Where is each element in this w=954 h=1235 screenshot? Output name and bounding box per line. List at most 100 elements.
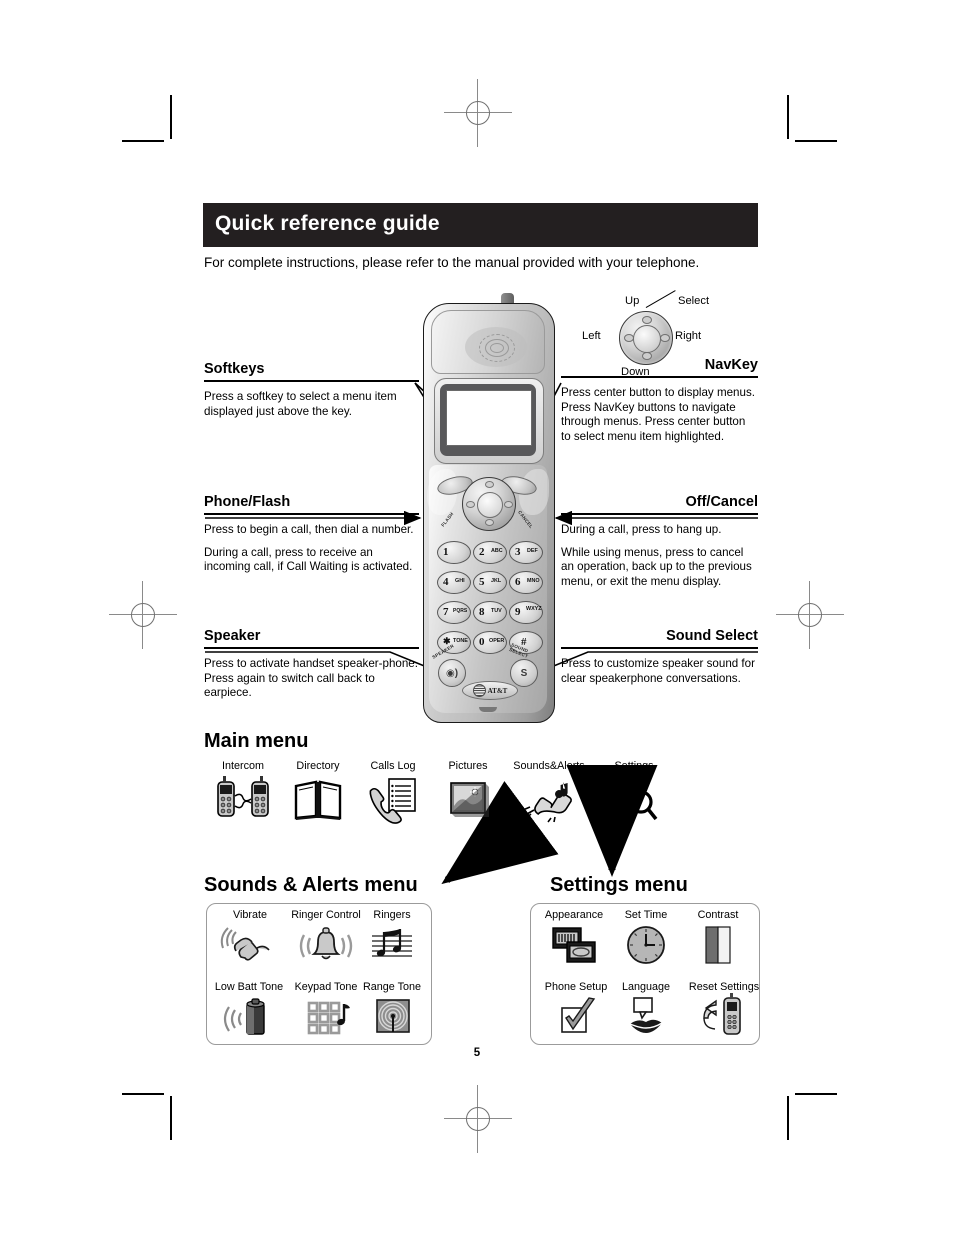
registration-mark-right [776,581,844,649]
intercom-icon [200,776,286,824]
callout-speaker-rule [204,647,419,650]
speaker-icon: ◉) [445,667,459,679]
page-number: 5 [473,1047,481,1059]
key-7[interactable]: 7 PQRS [437,601,471,624]
music-notes-icon [350,924,434,972]
callout-phone-flash-rule [204,513,419,516]
navkey-down[interactable] [485,519,494,526]
page-title: Quick reference guide [215,212,440,235]
key-4[interactable]: 4 GHI [437,571,471,594]
callout-phone-flash-body1: Press to begin a call, then dial a numbe… [204,523,414,537]
key-0[interactable]: 0 OPER [473,631,507,654]
main-menu-item-settings[interactable]: Settings [591,760,677,824]
main-menu-item-sounds-alerts[interactable]: Sounds&Alerts [501,760,597,824]
callout-off-cancel-rule [561,513,758,516]
calls-log-icon [350,776,436,824]
navkey-legend-right-nub[interactable] [660,334,670,342]
crop-mark-top-right-v [787,95,789,139]
callout-softkeys-body: Press a softkey to select a menu item di… [204,390,397,418]
sound-select-key[interactable]: S [510,659,538,687]
callout-navkey-body: Press center button to display menus. Pr… [561,386,755,443]
settings-wrench-icon [591,776,677,824]
navkey-up[interactable] [485,481,494,488]
navkey-pad[interactable] [462,477,516,531]
navkey-right[interactable] [504,501,513,508]
contrast-icon [676,924,760,972]
crop-mark-bottom-right-h [795,1093,837,1095]
att-brand-badge: AT&T [462,681,518,700]
crop-mark-bottom-left-h [122,1093,164,1095]
callout-sound-select-heading: Sound Select [666,628,758,644]
key-8[interactable]: 8 TUV [473,601,507,624]
callout-off-cancel-body1: During a call, press to hang up. [561,523,722,537]
main-menu-label-pictures: Pictures [448,760,488,772]
key-1[interactable]: 1 [437,541,471,564]
callout-speaker-body: Press to activate handset speaker-phone.… [204,657,418,700]
crop-mark-bottom-left-v [170,1096,172,1140]
navkey-left[interactable] [466,501,475,508]
reset-handset-icon [676,993,772,1044]
crop-mark-top-left-v [170,95,172,139]
callout-off-cancel-body2: While using menus, press to cancel an op… [561,545,752,588]
callout-phone-flash-body2: During a call, press to receive an incom… [204,545,413,574]
main-menu-item-directory[interactable]: Directory [275,760,361,824]
sounds-label-ringers: Ringers [373,909,411,921]
key-9[interactable]: 9 WXYZ [509,601,543,624]
navkey-legend-up-nub[interactable] [642,316,652,324]
directory-book-icon [275,776,361,824]
crop-mark-bottom-right-v [787,1096,789,1140]
callout-sound-select: Sound Select Press to customize speaker … [561,627,758,686]
navkey-select[interactable] [477,492,503,518]
main-menu-label-intercom: Intercom [221,760,264,772]
settings-label-reset-settings: Reset Settings [688,981,760,993]
crop-mark-top-right-h [795,140,837,142]
navkey-label-left: Left [582,330,601,342]
page-title-bar: Quick reference guide [203,203,758,247]
navkey-label-right: Right [675,330,702,342]
callout-sound-select-body: Press to customize speaker sound for cle… [561,657,755,685]
handset-screen-frame [434,378,544,464]
sounds-item-range-tone[interactable]: Range Tone [350,981,434,1044]
navkey-label-up: Up [625,295,640,307]
registration-mark-bottom [444,1085,512,1153]
callout-phone-flash: Phone/Flash Press to begin a call, then … [204,493,419,575]
settings-item-contrast[interactable]: Contrast [676,909,760,972]
callout-navkey: NavKey Press center button to display me… [561,356,758,444]
callout-speaker: Speaker Press to activate handset speake… [204,627,419,701]
navkey-legend-select-button[interactable] [633,325,661,353]
handset-keypad-area: FLASH CANCEL 1 2 ABC 3 DEF 4 GHI 5 JKL 6 MNO … [427,465,549,713]
key-3[interactable]: 3 DEF [509,541,543,564]
range-radar-icon [350,996,434,1044]
handset-bottom-port [479,707,497,712]
callout-softkeys-rule [204,380,419,383]
callout-sound-select-rule [561,647,758,650]
sounds-label-range-tone: Range Tone [362,981,422,993]
sounds-alerts-icon [501,776,597,824]
key-2[interactable]: 2 ABC [473,541,507,564]
speaker-key[interactable]: ◉) [438,659,466,687]
main-menu-item-calls-log[interactable]: Calls Log [350,760,436,824]
att-brand-text: AT&T [487,686,508,695]
page-subtitle: For complete instructions, please refer … [204,255,700,270]
callout-navkey-heading: NavKey [704,357,758,373]
main-menu-item-pictures[interactable]: Pictures [425,760,511,824]
callout-softkeys: Softkeys Press a softkey to select a men… [204,360,419,419]
callout-phone-flash-heading: Phone/Flash [204,494,291,510]
main-menu-row: Intercom Directory Calls Log Pictures So… [204,760,664,830]
settings-item-reset-settings[interactable]: Reset Settings [676,981,772,1044]
key-5[interactable]: 5 JKL [473,571,507,594]
sounds-alerts-menu-title: Sounds & Alerts menu [204,874,418,896]
settings-menu-box: Appearance Set Time Contrast Phone Setup… [530,903,760,1045]
main-menu-label-sounds-alerts: Sounds&Alerts [513,760,585,772]
main-menu-item-intercom[interactable]: Intercom [200,760,286,824]
sounds-alerts-menu-box: Vibrate Ringer Control Ringers Low Batt … [206,903,432,1045]
registration-mark-left [109,581,177,649]
main-menu-label-settings: Settings [614,760,654,772]
settings-menu-title: Settings menu [550,874,688,896]
att-globe-icon [472,684,486,697]
sounds-item-ringers[interactable]: Ringers [350,909,434,972]
handset-earpiece-area [431,310,545,374]
handset-lcd-display [446,390,532,446]
navkey-label-select: Select [678,295,710,307]
key-6[interactable]: 6 MNO [509,571,543,594]
